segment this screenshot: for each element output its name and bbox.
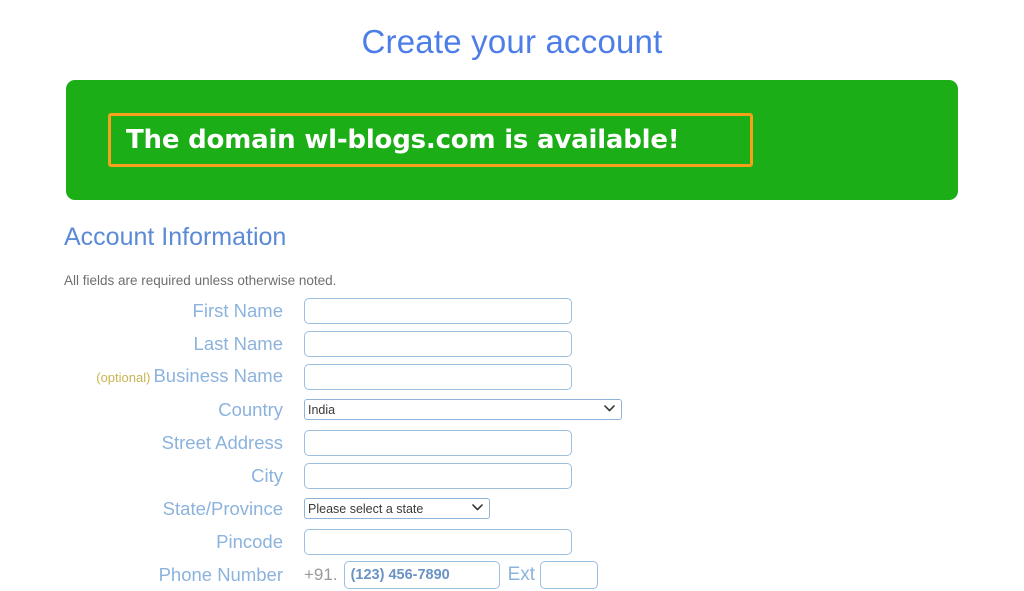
city-input[interactable] bbox=[304, 462, 572, 489]
label-street-address: Street Address bbox=[161, 431, 283, 453]
label-country: Country bbox=[218, 398, 283, 420]
pincode-input[interactable] bbox=[304, 528, 572, 555]
form-row-state-province: State/Province Please select a state bbox=[0, 492, 1024, 525]
control-pincode bbox=[304, 528, 572, 555]
domain-availability-message: The domain wl-blogs.com is available! bbox=[126, 125, 680, 155]
control-street-address bbox=[304, 429, 572, 456]
label-extension: Ext bbox=[507, 563, 536, 585]
phone-number-input[interactable] bbox=[343, 560, 500, 589]
state-select[interactable]: Please select a state bbox=[304, 498, 490, 520]
required-fields-note: All fields are required unless otherwise… bbox=[64, 273, 337, 288]
form-row-business-name: (optional) Business Name bbox=[0, 360, 1024, 393]
business-name-input[interactable] bbox=[304, 363, 572, 390]
account-information-heading: Account Information bbox=[64, 223, 287, 251]
label-last-name: Last Name bbox=[193, 332, 283, 354]
control-business-name bbox=[304, 363, 572, 390]
street-address-input[interactable] bbox=[304, 429, 572, 456]
control-country: India bbox=[304, 399, 622, 421]
label-state-province: State/Province bbox=[162, 497, 283, 519]
label-business-name: (optional) Business Name bbox=[0, 365, 283, 389]
label-business-name-text: Business Name bbox=[153, 364, 283, 386]
label-first-name: First Name bbox=[192, 299, 283, 321]
account-information-form: First Name Last Name (optional) Business … bbox=[0, 294, 1024, 591]
label-city: City bbox=[251, 464, 283, 486]
form-row-first-name: First Name bbox=[0, 294, 1024, 327]
form-row-phone-number: Phone Number +91. Ext bbox=[0, 558, 1024, 591]
country-select-wrap: India bbox=[304, 399, 622, 421]
phone-country-code-prefix: +91. bbox=[304, 564, 338, 584]
form-row-country: Country India bbox=[0, 393, 1024, 426]
control-last-name bbox=[304, 330, 572, 357]
form-row-city: City bbox=[0, 459, 1024, 492]
country-select[interactable]: India bbox=[304, 399, 622, 421]
first-name-input[interactable] bbox=[304, 297, 572, 324]
state-select-wrap: Please select a state bbox=[304, 498, 490, 520]
control-state-province: Please select a state bbox=[304, 498, 490, 520]
last-name-input[interactable] bbox=[304, 330, 572, 357]
form-row-pincode: Pincode bbox=[0, 525, 1024, 558]
page-title: Create your account bbox=[361, 23, 663, 60]
phone-extension-input[interactable] bbox=[540, 560, 599, 589]
control-city bbox=[304, 462, 572, 489]
form-row-street-address: Street Address bbox=[0, 426, 1024, 459]
domain-availability-banner: The domain wl-blogs.com is available! bbox=[66, 80, 958, 200]
control-first-name bbox=[304, 297, 572, 324]
label-phone-number: Phone Number bbox=[158, 563, 283, 585]
label-pincode: Pincode bbox=[216, 530, 283, 552]
control-phone-number: +91. Ext bbox=[304, 560, 599, 589]
optional-tag-business-name: (optional) bbox=[96, 369, 151, 385]
domain-availability-highlight-box: The domain wl-blogs.com is available! bbox=[108, 113, 753, 167]
form-row-last-name: Last Name bbox=[0, 327, 1024, 360]
